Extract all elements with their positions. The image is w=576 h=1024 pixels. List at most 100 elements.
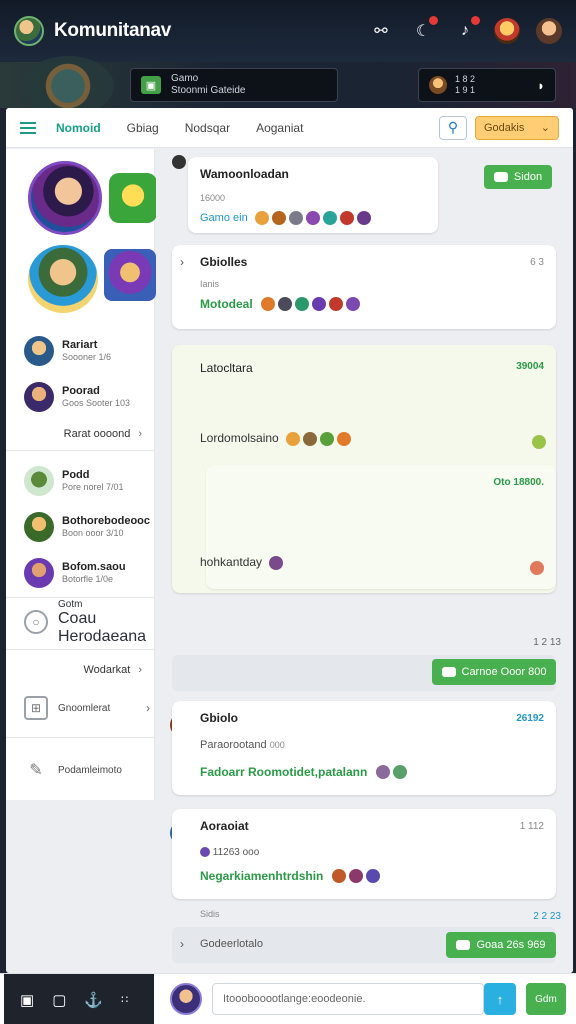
- post-text-label: Fadoarr Roomotidet,patalann: [200, 765, 368, 779]
- post-card[interactable]: Wamoonloadan 16000 Gamo ein: [188, 157, 438, 233]
- friend-name: Podd: [62, 469, 90, 481]
- nested-text: hohkantday: [200, 555, 284, 570]
- chat-icon: [441, 667, 456, 677]
- game-icon: ▣: [141, 76, 161, 94]
- friend-status: Botorfle 1/0e: [62, 574, 114, 584]
- notification-dot: [471, 16, 480, 25]
- emoji-row: [269, 555, 284, 570]
- divider: [6, 649, 154, 650]
- nested-text-label: hohkantday: [200, 555, 263, 569]
- send-icon[interactable]: ↑: [484, 983, 516, 1015]
- divider: [6, 450, 154, 451]
- shield-emblem-icon: [22, 56, 114, 116]
- post-sub: 16000: [200, 193, 226, 203]
- see-all-link[interactable]: Rarat oooond ›: [6, 421, 154, 447]
- grid-icon: ⊞: [24, 696, 48, 720]
- emoji-row: [254, 211, 371, 225]
- tab-aoganiat[interactable]: Aoganiat: [256, 121, 303, 135]
- side-item-card[interactable]: ○ Gotm Coau Herodaeana: [24, 599, 150, 645]
- side-item-grid[interactable]: ⊞ Gnoomlerat ›: [24, 693, 150, 723]
- emoji-icon: [288, 211, 303, 225]
- featured-hero-avatar-2[interactable]: [28, 245, 98, 313]
- user-avatar[interactable]: [14, 16, 44, 46]
- friend-item[interactable]: Rariart Soooner 1/6: [24, 331, 150, 371]
- top-bar: Komunitanav ⚯ ☾ ♪: [0, 0, 576, 62]
- friend-item[interactable]: Poorad Goos Sooter 103: [24, 377, 150, 417]
- featured-game-thumb[interactable]: [109, 173, 157, 223]
- post-text: Negarkiamenhtrdshin: [200, 867, 380, 885]
- post-title: Gbiolo: [200, 711, 238, 725]
- profile-avatar[interactable]: [536, 18, 562, 44]
- friend-avatar: [24, 512, 54, 542]
- filter-dropdown[interactable]: Godakis ⌄: [475, 115, 559, 140]
- chevron-right-icon: ›: [138, 428, 142, 440]
- speaker-icon[interactable]: ◗: [537, 78, 545, 93]
- post-text-label: Negarkiamenhtrdshin: [200, 869, 324, 883]
- game-card[interactable]: ▣ Gamo Stoonmi Gateide: [130, 68, 338, 102]
- friend-name: Rariart: [62, 339, 98, 351]
- friend-avatar: [24, 336, 54, 366]
- post-meta: 2 2 23: [533, 911, 561, 922]
- gallery-icon[interactable]: ▢: [52, 991, 66, 1009]
- friend-item[interactable]: Bothorebodeooc Boon ooor 3/10: [24, 507, 150, 547]
- reply-button[interactable]: Goaa 26s 969: [446, 932, 556, 958]
- post-sub: 11263 ooo: [212, 847, 260, 858]
- workshop-link[interactable]: Wodarkat ›: [6, 657, 154, 683]
- post-title: Latocltara: [200, 361, 253, 375]
- tab-nodsqar[interactable]: Nodsqar: [185, 121, 230, 135]
- post-card[interactable]: Gbiolo 26192 Paraorootand 000 Fadoarr Ro…: [172, 701, 556, 795]
- tab-nomoid[interactable]: Nomoid: [56, 121, 101, 135]
- friend-name: Bofom.saou: [62, 561, 126, 573]
- camera-icon[interactable]: ▣: [20, 991, 34, 1009]
- link-icon[interactable]: ⚯: [368, 18, 394, 44]
- community-panel: Nomoid Gbiag Nodsqar Aoganiat ⚲ Godakis …: [6, 108, 573, 973]
- emoji-row: [331, 868, 380, 883]
- post-meta: 39004: [516, 361, 544, 372]
- emoji-icon: [331, 868, 346, 883]
- side-item-edit[interactable]: ✎ Podamleimoto: [24, 755, 150, 785]
- action-button-label: Carnoe Ooor 800: [461, 666, 547, 678]
- tab-gbiag[interactable]: Gbiag: [127, 121, 159, 135]
- app-title: Komunitanav: [54, 20, 172, 41]
- post-card-large[interactable]: Latocltara 39004 Lordomolsaino Oto 18800…: [172, 345, 556, 593]
- emoji-row: [375, 764, 407, 779]
- bottom-bar: ▣ ▢ ⚓ ∷ Itooobooootlange:eoodeonie. ↑ Gd…: [0, 973, 576, 1024]
- nested-post[interactable]: Oto 18800. hohkantday: [200, 465, 556, 589]
- emoji-icon: [320, 431, 335, 446]
- featured-game-thumb-2[interactable]: [104, 249, 156, 301]
- emoji-icon: [269, 555, 284, 570]
- post-text-label: Gamo ein: [200, 211, 248, 224]
- message-input[interactable]: Itooobooootlange:eoodeonie.: [212, 983, 484, 1015]
- post-card[interactable]: Aoraoiat 1 112 11263 ooo Negarkiamenhtrd…: [172, 809, 556, 899]
- friend-name: Bothorebodeooc: [62, 515, 150, 527]
- moon-icon[interactable]: ☾: [410, 16, 438, 44]
- composer-avatar[interactable]: [170, 983, 202, 1015]
- bell-icon[interactable]: ♪: [452, 16, 480, 44]
- emoji-icon: [356, 211, 371, 225]
- post-meta: 6 3: [530, 257, 544, 268]
- mic-icon[interactable]: ⚓: [84, 991, 103, 1009]
- media-card[interactable]: 1 8 2 1 9 1 ◗: [418, 68, 556, 102]
- search-icon[interactable]: ⚲: [439, 115, 467, 140]
- friend-item[interactable]: Podd Pore norel 7/01: [24, 461, 150, 501]
- tab-bar: Nomoid Gbiag Nodsqar Aoganiat ⚲ Godakis …: [6, 108, 573, 148]
- join-button[interactable]: Sidon: [484, 165, 552, 189]
- status-dot-icon: [532, 435, 546, 449]
- chevron-right-icon: ›: [180, 255, 184, 269]
- friend-avatar: [24, 382, 54, 412]
- featured-hero-avatar[interactable]: [28, 161, 102, 235]
- nested-meta: Oto 18800.: [493, 477, 544, 488]
- more-icon[interactable]: ∷: [121, 993, 128, 1006]
- feed: Wamoonloadan 16000 Gamo ein Sidon › Gbio…: [156, 149, 573, 973]
- post-card[interactable]: › Gbiolles 6 3 Ianis Motodeal: [172, 245, 556, 329]
- action-button[interactable]: Carnoe Ooor 800: [432, 659, 556, 685]
- post-text: Gamo ein: [200, 211, 371, 225]
- post-sub: Sidis: [200, 909, 220, 919]
- friend-item[interactable]: Bofom.saou Botorfle 1/0e: [24, 553, 150, 593]
- post-text: Lordomolsaino: [200, 431, 352, 446]
- game-character-icon[interactable]: [494, 18, 520, 44]
- menu-icon[interactable]: [20, 121, 36, 134]
- status-dot-icon: [530, 561, 544, 575]
- friend-avatar: [24, 466, 54, 496]
- go-button[interactable]: Gdm: [526, 983, 566, 1015]
